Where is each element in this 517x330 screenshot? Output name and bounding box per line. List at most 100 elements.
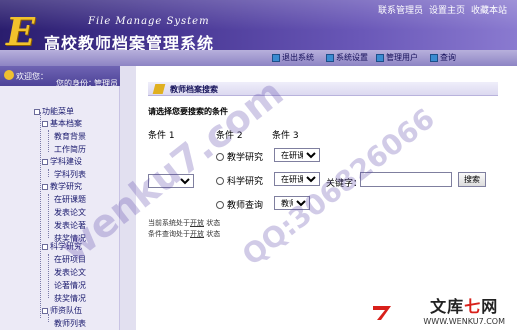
sidebar-item-ongoing-projects[interactable]: 在研项目: [54, 254, 86, 265]
manage-users-label: 管理用户: [386, 53, 418, 62]
users-icon: [376, 53, 384, 62]
tree-connector: [48, 130, 49, 152]
top-links: 联系管理员 设置主页 收藏本站: [378, 3, 507, 16]
radio-button[interactable]: [216, 200, 224, 209]
sidebar: 功能菜单 基本档案 教育背景 工作简历 学科建设 学科列表 教学研究 在研课题 …: [0, 86, 120, 330]
tree-connector: [48, 194, 49, 238]
logout-icon: [272, 53, 280, 62]
sidebar-item-label: 教师列表: [54, 319, 86, 328]
sidebar-item-teaching-research[interactable]: 教学研究: [42, 181, 82, 192]
set-homepage-link[interactable]: 设置主页: [429, 3, 465, 16]
sidebar-item-label: 学科列表: [54, 170, 86, 179]
radio-button[interactable]: [216, 176, 224, 185]
app-subtitle: File Manage System: [88, 16, 210, 27]
radio-label: 教学研究: [227, 153, 264, 163]
sidebar-item-education[interactable]: 教育背景: [54, 131, 86, 142]
sidebar-item-label: 在研课题: [54, 195, 86, 204]
sidebar-item-menu[interactable]: 功能菜单: [34, 106, 74, 117]
app-header: E File Manage System 高校教师档案管理系统 联系管理员 设置…: [0, 0, 517, 66]
sidebar-item-label: 工作简历: [54, 145, 86, 154]
contact-admin-link[interactable]: 联系管理员: [378, 3, 423, 16]
sidebar-item-teacher-list[interactable]: 教师列表: [54, 318, 86, 329]
sidebar-gutter: [120, 66, 136, 330]
sidebar-item-work-history[interactable]: 工作简历: [54, 144, 86, 155]
system-status-link[interactable]: 开放: [190, 219, 204, 227]
brand-url: WWW.WENKU7.COM: [423, 317, 505, 326]
radio-teaching-research[interactable]: 教学研究: [216, 150, 263, 163]
app-logo: E: [6, 9, 35, 54]
sidebar-item-monographs[interactable]: 论著情况: [54, 280, 86, 291]
sidebar-item-science-research[interactable]: 科学研究: [42, 241, 82, 252]
welcome-bar: 欢迎您： 您的身份： 管理员: [0, 66, 125, 88]
radio-science-research[interactable]: 科学研究: [216, 174, 263, 187]
tree-node-icon: [42, 243, 48, 250]
sidebar-item-works[interactable]: 发表论著: [54, 220, 86, 231]
condition-2-label: 条件 2: [216, 131, 243, 141]
welcome-greeting: 欢迎您：: [16, 72, 48, 81]
search-hint: 请选择您要搜索的条件: [148, 107, 228, 116]
tree-node-icon: [42, 120, 48, 127]
logout-button[interactable]: 退出系统: [272, 52, 314, 63]
search-button[interactable]: 搜索: [458, 172, 486, 187]
sidebar-item-label: 获奖情况: [54, 294, 86, 303]
condition-1-label: 条件 1: [148, 131, 175, 141]
sidebar-item-label: 科学研究: [50, 242, 82, 251]
radio-teacher-query[interactable]: 教师查询: [216, 198, 263, 211]
keyword-input[interactable]: [360, 172, 452, 187]
keyword-label: 关键字：: [326, 179, 363, 189]
brand-name: 文库七网: [423, 293, 505, 317]
sidebar-item-label: 学科建设: [50, 157, 82, 166]
brand-arrow-icon: [373, 306, 391, 320]
query-icon: [430, 53, 438, 62]
condition-1-select[interactable]: [148, 174, 194, 188]
status-prefix: 当前系统处于: [148, 219, 190, 227]
status-suffix: 状态: [206, 230, 221, 238]
brand-part-accent: 七: [464, 297, 482, 316]
sidebar-item-ongoing-topics[interactable]: 在研课题: [54, 194, 86, 205]
radio-button[interactable]: [216, 152, 224, 161]
tree-connector: [48, 169, 49, 177]
sidebar-item-label: 发表论著: [54, 221, 86, 230]
sidebar-item-faculty[interactable]: 师资队伍: [42, 305, 82, 316]
system-settings-label: 系统设置: [336, 53, 368, 62]
science-research-select[interactable]: 在研课题: [274, 172, 320, 186]
tree-connector: [48, 254, 49, 298]
bookmark-link[interactable]: 收藏本站: [471, 3, 507, 16]
query-label: 查询: [440, 53, 456, 62]
sidebar-item-discipline[interactable]: 学科建设: [42, 156, 82, 167]
sidebar-item-basic-archive[interactable]: 基本档案: [42, 118, 82, 129]
tree-node-icon: [42, 183, 48, 190]
sidebar-item-label: 功能菜单: [42, 107, 74, 116]
tree-connector: [40, 112, 41, 318]
sidebar-item-label: 教学研究: [50, 182, 82, 191]
brand-logo: 文库七网 WWW.WENKU7.COM: [423, 293, 505, 326]
radio-label: 教师查询: [227, 201, 264, 211]
teaching-research-select[interactable]: 在研课题: [274, 148, 320, 162]
sidebar-item-label: 师资队伍: [50, 306, 82, 315]
folder-icon: [152, 84, 166, 94]
teacher-query-select[interactable]: 教师: [274, 196, 310, 210]
brand-part: 网: [481, 297, 499, 316]
sidebar-item-label: 教育背景: [54, 132, 86, 141]
settings-icon: [326, 53, 334, 62]
sidebar-item-sci-papers[interactable]: 发表论文: [54, 267, 86, 278]
query-status-link[interactable]: 开放: [190, 230, 204, 238]
sidebar-item-label: 论著情况: [54, 281, 86, 290]
system-settings-button[interactable]: 系统设置: [326, 52, 368, 63]
sidebar-item-sci-awards[interactable]: 获奖情况: [54, 293, 86, 304]
query-status-text: 条件查询处于开放 状态: [148, 229, 220, 239]
tree-node-icon: [42, 307, 48, 314]
brand-part: 文库: [430, 297, 465, 316]
main-content: 教师档案搜索 请选择您要搜索的条件 条件 1 条件 2 条件 3 教学研究 科学…: [136, 66, 517, 330]
status-prefix: 条件查询处于: [148, 230, 190, 238]
radio-label: 科学研究: [227, 177, 264, 187]
manage-users-button[interactable]: 管理用户: [376, 52, 418, 63]
system-status-text: 当前系统处于开放 状态: [148, 218, 220, 228]
sidebar-item-discipline-list[interactable]: 学科列表: [54, 169, 86, 180]
user-icon: [4, 70, 14, 80]
sidebar-item-label: 基本档案: [50, 119, 82, 128]
panel-title-bar: 教师档案搜索: [148, 82, 498, 96]
sidebar-item-papers[interactable]: 发表论文: [54, 207, 86, 218]
query-button[interactable]: 查询: [430, 52, 456, 63]
toolbar: 退出系统 系统设置 管理用户 查询: [0, 50, 517, 66]
